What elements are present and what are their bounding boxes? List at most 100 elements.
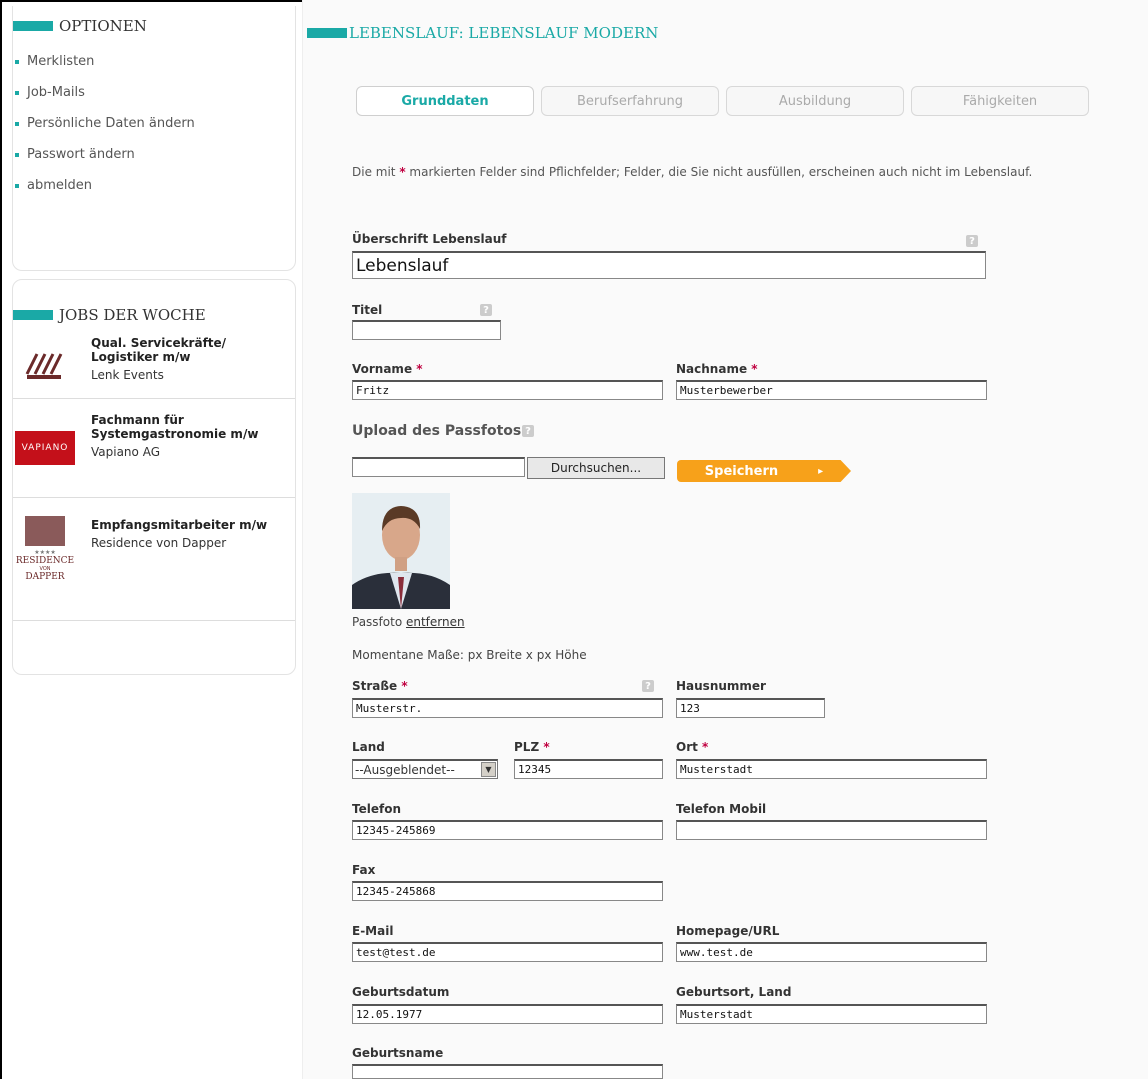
label-text: PLZ xyxy=(514,740,540,754)
label-ueberschrift: Überschrift Lebenslauf xyxy=(352,232,507,246)
hausnummer-input[interactable]: 123 xyxy=(676,698,825,718)
tab-berufserfahrung[interactable]: Berufserfahrung xyxy=(541,86,719,116)
save-button[interactable]: Speichern ▸ xyxy=(677,460,851,482)
help-icon[interactable]: ? xyxy=(642,680,654,692)
label-text: Nachname xyxy=(676,362,748,376)
tab-faehigkeiten[interactable]: Fähigkeiten xyxy=(911,86,1089,116)
option-link[interactable]: Merklisten xyxy=(27,54,94,69)
label-upload: Upload des Passfotos xyxy=(352,423,522,439)
residence-logo-text2: DAPPER xyxy=(25,572,65,582)
label-ort: Ort * xyxy=(676,740,708,754)
residence-logo-icon xyxy=(25,516,65,546)
options-list: Merklisten Job-Mails Persönliche Daten ä… xyxy=(13,46,295,201)
fax-input[interactable]: 12345-245868 xyxy=(352,881,663,901)
option-link[interactable]: Persönliche Daten ändern xyxy=(27,116,195,131)
note-text: markierten Felder sind Pflichfelder; Fel… xyxy=(405,165,1033,179)
help-icon[interactable]: ? xyxy=(480,304,492,316)
ort-input[interactable]: Musterstadt xyxy=(676,759,987,779)
geburtsdatum-input[interactable]: 12.05.1977 xyxy=(352,1004,663,1024)
label-telefon: Telefon xyxy=(352,802,401,816)
label-plz: PLZ * xyxy=(514,740,550,754)
save-label: Speichern xyxy=(704,463,779,479)
help-icon[interactable]: ? xyxy=(522,425,534,437)
option-logout[interactable]: abmelden xyxy=(13,170,295,201)
email-input[interactable]: test@test.de xyxy=(352,942,663,962)
land-select[interactable]: --Ausgeblendet-- ▼ xyxy=(352,759,498,779)
jobs-title-text: JOBS DER WOCHE xyxy=(59,306,206,324)
vapiano-logo: VAPIANO xyxy=(13,399,77,497)
help-icon[interactable]: ? xyxy=(966,235,978,247)
option-personal-data[interactable]: Persönliche Daten ändern xyxy=(13,108,295,139)
land-selected-value: --Ausgeblendet-- xyxy=(355,762,455,777)
label-email: E-Mail xyxy=(352,924,394,938)
job-title[interactable]: Empfangsmitarbeiter m/w xyxy=(91,518,267,532)
passport-photo xyxy=(352,493,450,609)
geburtsname-input[interactable] xyxy=(352,1064,663,1079)
nachname-input[interactable]: Musterbewerber xyxy=(676,380,987,400)
job-item-vapiano[interactable]: VAPIANO Fachmann für Systemgastronomie m… xyxy=(13,399,295,498)
telefon-input[interactable]: 12345-245869 xyxy=(352,820,663,840)
label-text: Ort xyxy=(676,740,698,754)
option-password[interactable]: Passwort ändern xyxy=(13,139,295,170)
required-star: * xyxy=(702,740,709,754)
required-star: * xyxy=(543,740,550,754)
job-item-lenk[interactable]: Qual. Servicekräfte/ Logistiker m/w Lenk… xyxy=(13,330,295,399)
section-marker xyxy=(13,310,53,320)
options-title: OPTIONEN xyxy=(13,6,295,46)
main-content: LEBENSLAUF: LEBENSLAUF MODERN Grunddaten… xyxy=(302,0,1148,1079)
label-telefon-mobil: Telefon Mobil xyxy=(676,802,767,816)
jobs-title: JOBS DER WOCHE xyxy=(13,280,295,330)
vorname-input[interactable]: Fritz xyxy=(352,380,663,400)
label-fax: Fax xyxy=(352,863,376,877)
page-title-text: LEBENSLAUF: LEBENSLAUF MODERN xyxy=(349,24,659,42)
homepage-input[interactable]: www.test.de xyxy=(676,942,987,962)
required-star: * xyxy=(751,362,758,376)
chevron-down-icon[interactable]: ▼ xyxy=(481,762,496,777)
geburtsort-input[interactable]: Musterstadt xyxy=(676,1004,987,1024)
chevron-right-icon: ▸ xyxy=(818,465,824,477)
remove-photo-link[interactable]: entfernen xyxy=(406,615,465,629)
jobs-panel: JOBS DER WOCHE Qual. Servicekräfte/ Logi… xyxy=(12,279,296,675)
titel-input[interactable] xyxy=(352,320,501,340)
job-title[interactable]: Fachmann für Systemgastronomie m/w xyxy=(91,413,295,441)
job-company: Residence von Dapper xyxy=(91,536,227,550)
plz-input[interactable]: 12345 xyxy=(514,759,663,779)
job-company: Lenk Events xyxy=(91,368,164,382)
photo-file-input[interactable] xyxy=(352,457,525,477)
browse-button[interactable]: Durchsuchen... xyxy=(527,457,665,479)
tab-ausbildung[interactable]: Ausbildung xyxy=(726,86,904,116)
window-frame-left xyxy=(0,0,2,1079)
job-company: Vapiano AG xyxy=(91,445,160,459)
label-vorname: Vorname * xyxy=(352,362,423,376)
label-geburtsname: Geburtsname xyxy=(352,1046,444,1060)
label-geburtsdatum: Geburtsdatum xyxy=(352,985,450,999)
section-marker xyxy=(13,21,53,31)
options-panel: OPTIONEN Merklisten Job-Mails Persönlich… xyxy=(12,6,296,271)
page-title: LEBENSLAUF: LEBENSLAUF MODERN xyxy=(307,24,658,42)
label-homepage: Homepage/URL xyxy=(676,924,780,938)
option-link[interactable]: abmelden xyxy=(27,178,92,193)
telefon-mobil-input[interactable] xyxy=(676,820,987,840)
option-job-mails[interactable]: Job-Mails xyxy=(13,77,295,108)
required-star: * xyxy=(416,362,423,376)
label-geburtsort: Geburtsort, Land xyxy=(676,985,792,999)
label-strasse: Straße * xyxy=(352,679,408,693)
required-star: * xyxy=(401,679,408,693)
photo-caption: Passfoto entfernen xyxy=(352,615,465,629)
job-title[interactable]: Qual. Servicekräfte/ Logistiker m/w xyxy=(91,336,295,364)
options-title-text: OPTIONEN xyxy=(59,17,147,35)
bullet-icon xyxy=(15,59,19,64)
bullet-icon xyxy=(15,90,19,95)
ueberschrift-input[interactable]: Lebenslauf xyxy=(352,251,986,279)
tab-grunddaten[interactable]: Grunddaten xyxy=(356,86,534,116)
label-text: Straße xyxy=(352,679,398,693)
bullet-icon xyxy=(15,152,19,157)
option-link[interactable]: Passwort ändern xyxy=(27,147,135,162)
strasse-input[interactable]: Musterstr. xyxy=(352,698,663,718)
label-hausnummer: Hausnummer xyxy=(676,679,766,693)
option-merklisten[interactable]: Merklisten xyxy=(13,46,295,77)
option-link[interactable]: Job-Mails xyxy=(27,85,85,100)
lenk-events-logo-icon xyxy=(13,330,77,398)
photo-dimensions: Momentane Maße: px Breite x px Höhe xyxy=(352,648,587,662)
job-item-residence[interactable]: ★★★★ RESIDENCE VON DAPPER Empfangsmitarb… xyxy=(13,498,295,621)
